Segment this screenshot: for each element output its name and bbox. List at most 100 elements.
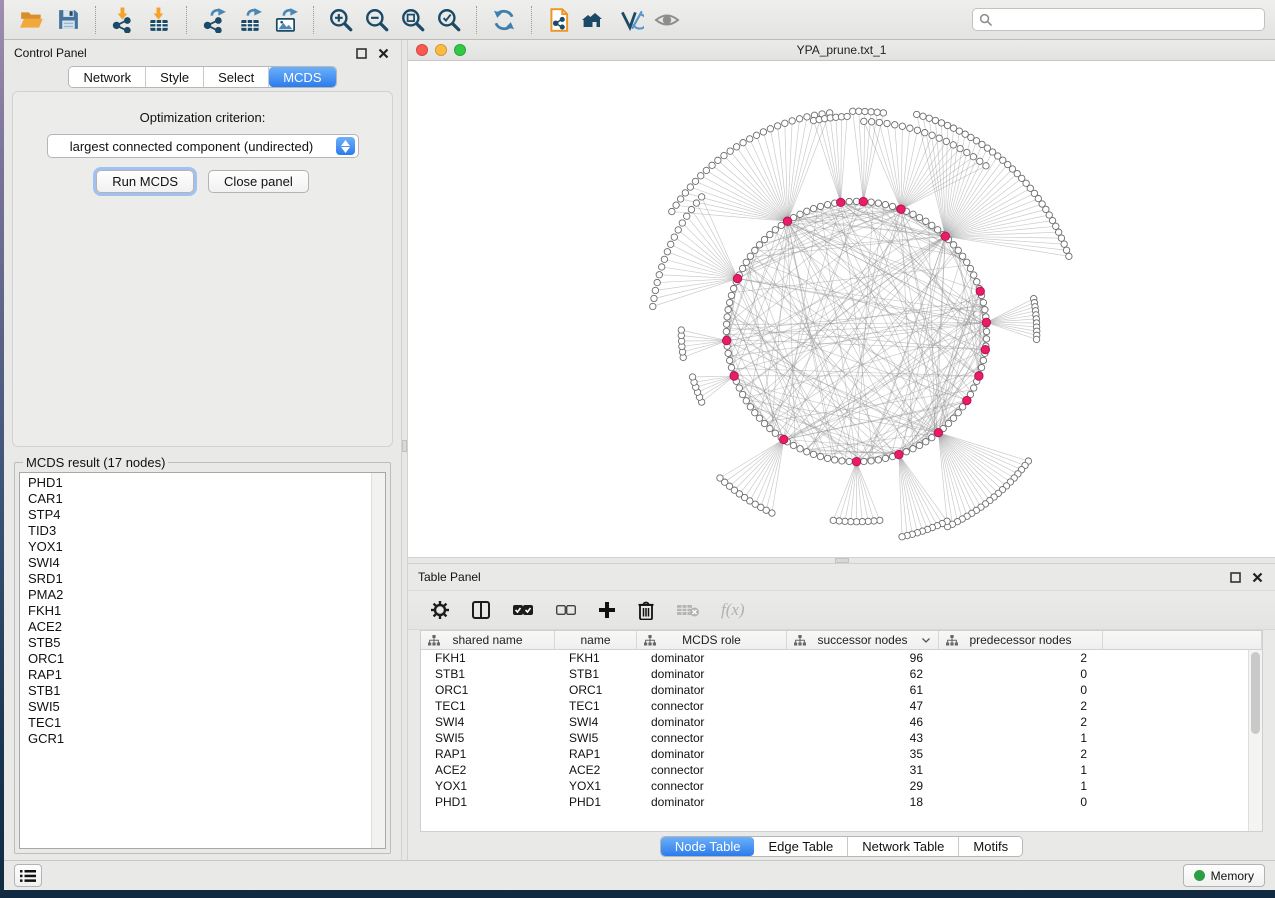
leaf-node[interactable] [667, 241, 673, 247]
ring-node[interactable] [967, 265, 973, 271]
ring-node[interactable] [945, 420, 951, 426]
leaf-node[interactable] [658, 264, 664, 270]
mcds-result-list[interactable]: PHD1CAR1STP4TID3YOX1SWI4SRD1PMA2FKH1ACE2… [19, 472, 386, 849]
leaf-node[interactable] [677, 196, 683, 202]
search-box[interactable] [972, 8, 1265, 31]
result-list-item[interactable]: ACE2 [28, 619, 385, 635]
ring-node[interactable] [743, 398, 749, 404]
leaf-node[interactable] [957, 145, 963, 151]
leaf-node[interactable] [956, 128, 962, 134]
leaf-node[interactable] [920, 113, 926, 119]
apply-layout-button[interactable] [488, 4, 520, 36]
close-panel-button[interactable]: Close panel [208, 170, 309, 193]
ring-node[interactable] [982, 306, 988, 312]
result-list-item[interactable]: SRD1 [28, 571, 385, 587]
ring-node[interactable] [747, 404, 753, 410]
leaf-node[interactable] [907, 125, 913, 131]
leaf-node[interactable] [692, 178, 698, 184]
ring-node[interactable] [889, 203, 895, 209]
ring-node[interactable] [724, 314, 730, 320]
ring-node[interactable] [950, 415, 956, 421]
ring-node[interactable] [790, 442, 796, 448]
criterion-dropdown[interactable]: largest connected component (undirected) [47, 134, 359, 158]
leaf-node[interactable] [721, 152, 727, 158]
ring-node[interactable] [728, 364, 734, 370]
ring-node[interactable] [739, 265, 745, 271]
ring-node[interactable] [817, 453, 823, 459]
leaf-node[interactable] [844, 113, 850, 119]
memory-button[interactable]: Memory [1183, 864, 1265, 887]
table-scrollbar-thumb[interactable] [1251, 652, 1260, 734]
result-list-item[interactable]: TEC1 [28, 715, 385, 731]
leaf-node[interactable] [682, 190, 688, 196]
zoom-out-button[interactable] [361, 4, 393, 36]
mcds-hub-node[interactable] [981, 345, 989, 353]
ring-node[interactable] [725, 306, 731, 312]
leaf-node[interactable] [922, 129, 928, 135]
leaf-node[interactable] [926, 115, 932, 121]
ring-node[interactable] [916, 442, 922, 448]
zoom-fit-button[interactable] [397, 4, 429, 36]
mcds-hub-node[interactable] [859, 197, 867, 205]
leaf-node[interactable] [654, 279, 660, 285]
leaf-node[interactable] [932, 117, 938, 123]
leaf-node[interactable] [675, 227, 681, 233]
table-scrollbar[interactable] [1248, 650, 1262, 831]
ring-node[interactable] [761, 420, 767, 426]
leaf-node[interactable] [938, 120, 944, 126]
mcds-hub-node[interactable] [852, 457, 860, 465]
leaf-node[interactable] [868, 119, 874, 125]
deselect-all-rows-button[interactable] [555, 603, 577, 617]
save-session-button[interactable] [52, 4, 84, 36]
network-window-titlebar[interactable]: YPA_prune.txt_1 [408, 40, 1275, 61]
leaf-node[interactable] [753, 132, 759, 138]
leaf-node[interactable] [983, 163, 989, 169]
result-list-item[interactable]: ORC1 [28, 651, 385, 667]
result-list-scrollbar[interactable] [371, 473, 385, 848]
leaf-node[interactable] [767, 126, 773, 132]
ring-node[interactable] [980, 357, 986, 363]
zoom-selected-button[interactable] [433, 4, 465, 36]
float-panel-icon[interactable] [1227, 569, 1243, 585]
ring-node[interactable] [955, 410, 961, 416]
leaf-node[interactable] [944, 122, 950, 128]
leaf-node[interactable] [1055, 229, 1061, 235]
leaf-node[interactable] [717, 475, 723, 481]
mcds-hub-node[interactable] [836, 198, 844, 206]
result-list-item[interactable]: PHD1 [28, 475, 385, 491]
ring-node[interactable] [723, 328, 729, 334]
leaf-node[interactable] [880, 110, 886, 116]
ring-node[interactable] [861, 458, 867, 464]
minimize-window-icon[interactable] [435, 44, 447, 56]
ring-node[interactable] [923, 439, 929, 445]
table-row[interactable]: ORC1ORC1dominator610 [421, 682, 1262, 698]
ring-node[interactable] [846, 198, 852, 204]
task-history-button[interactable] [14, 864, 42, 887]
leaf-node[interactable] [884, 120, 890, 126]
leaf-node[interactable] [1061, 241, 1067, 247]
ring-node[interactable] [743, 259, 749, 265]
result-list-item[interactable]: FKH1 [28, 603, 385, 619]
table-row[interactable]: YOX1YOX1connector291 [421, 778, 1262, 794]
ring-node[interactable] [875, 200, 881, 206]
leaf-node[interactable] [874, 109, 880, 115]
leaf-node[interactable] [782, 120, 788, 126]
tab-select[interactable]: Select [204, 67, 269, 87]
table-settings-button[interactable] [430, 600, 450, 620]
ring-node[interactable] [797, 211, 803, 217]
leaf-node[interactable] [804, 114, 810, 120]
close-panel-icon[interactable] [1249, 569, 1265, 585]
leaf-node[interactable] [913, 111, 919, 117]
result-list-item[interactable]: CAR1 [28, 491, 385, 507]
mcds-hub-node[interactable] [975, 372, 983, 380]
ring-node[interactable] [752, 247, 758, 253]
ring-node[interactable] [752, 410, 758, 416]
result-list-item[interactable]: SWI5 [28, 699, 385, 715]
network-from-file-button[interactable] [543, 4, 575, 36]
ring-node[interactable] [959, 253, 965, 259]
result-list-item[interactable]: RAP1 [28, 667, 385, 683]
leaf-node[interactable] [876, 119, 882, 125]
ring-node[interactable] [824, 455, 830, 461]
delete-column-button[interactable] [637, 600, 655, 620]
mcds-hub-node[interactable] [780, 435, 788, 443]
